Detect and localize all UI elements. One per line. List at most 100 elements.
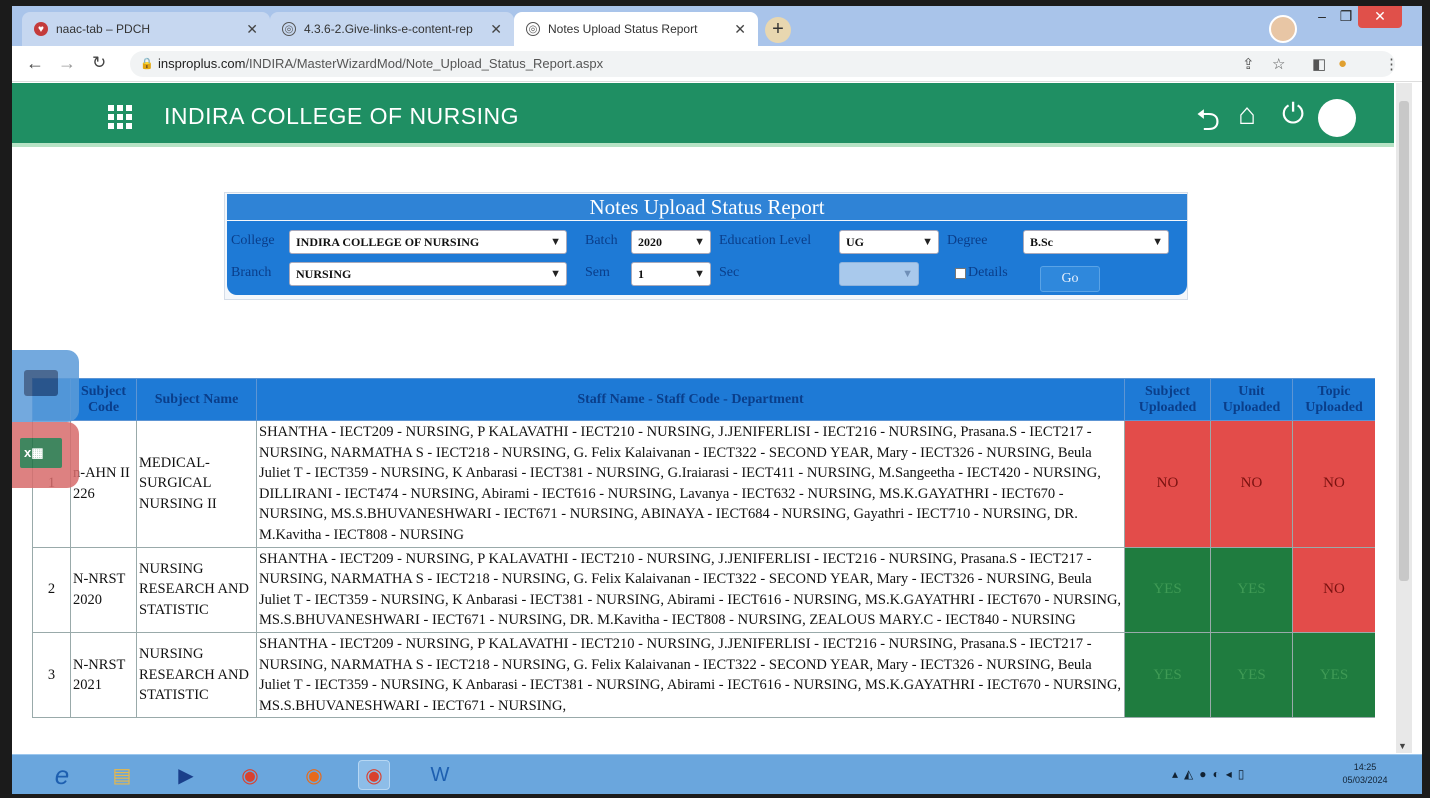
staff-header[interactable]: Staff Name - Staff Code - Department: [256, 378, 1125, 421]
app-header: INDIRA COLLEGE OF NURSING ⮌ ⌂ ⏻: [12, 83, 1394, 147]
subject-uploaded-cell: NO: [1124, 420, 1211, 548]
subject-uploaded-cell: YES: [1124, 546, 1211, 633]
report-title: Notes Upload Status Report: [227, 194, 1187, 220]
sec-select[interactable]: ▼: [839, 262, 919, 286]
report-table: Subject Code Subject Name Staff Name - S…: [32, 378, 1375, 719]
tab-title: Notes Upload Status Report: [548, 22, 698, 36]
close-tab-icon[interactable]: ✕: [246, 21, 258, 38]
topic-uploaded-header[interactable]: Topic Uploaded: [1292, 378, 1375, 421]
clock-date: 05/03/2024: [1342, 775, 1388, 785]
college-select[interactable]: INDIRA COLLEGE OF NURSING ▼: [289, 230, 567, 254]
table-row: 2 N-NRST 2020 NURSING RESEARCH AND STATI…: [32, 546, 1375, 633]
menu-icon[interactable]: ⋮: [1384, 55, 1399, 73]
topic-uploaded-cell: NO: [1292, 546, 1375, 633]
firefox-icon[interactable]: ◉: [298, 760, 330, 790]
row-number: 2: [32, 546, 71, 633]
row-number: 3: [32, 631, 71, 719]
subject-code-header[interactable]: Subject Code: [70, 378, 137, 421]
excel-icon: x▦: [20, 438, 62, 468]
star-icon[interactable]: ☆: [1272, 55, 1285, 73]
taskbar-clock[interactable]: 14:25 05/03/2024: [1330, 761, 1400, 787]
education-level-label: Education Level: [719, 233, 812, 248]
tab-naac[interactable]: ♥ naac-tab – PDCH ✕: [22, 12, 270, 46]
table-row: 3 N-NRST 2021 NURSING RESEARCH AND STATI…: [32, 631, 1375, 719]
restore-icon[interactable]: ❐: [1334, 6, 1358, 28]
tab-notes-upload[interactable]: ◎ Notes Upload Status Report ✕: [514, 12, 758, 46]
system-tray[interactable]: ▴◭●◐◂▯: [1172, 767, 1250, 781]
os-taskbar: e ▤ ▶ ◉ ◉ ◉ W ▴◭●◐◂▯ 14:25 05/03/2024: [12, 754, 1422, 794]
extension-icon[interactable]: ●: [1338, 55, 1347, 72]
unit-uploaded-cell: YES: [1210, 631, 1293, 719]
tab-title: naac-tab – PDCH: [56, 22, 151, 36]
media-player-icon[interactable]: ▶: [170, 760, 202, 790]
batch-label: Batch: [585, 233, 618, 248]
screen: ♥ naac-tab – PDCH ✕ ◎ 4.3.6-2.Give-links…: [12, 6, 1422, 794]
reload-icon[interactable]: ↻: [92, 53, 106, 73]
sidepanel-icon[interactable]: ◧: [1312, 55, 1326, 73]
home-icon[interactable]: ⌂: [1238, 98, 1256, 132]
chrome-icon[interactable]: ◉: [234, 760, 266, 790]
degree-select[interactable]: B.Sc ▼: [1023, 230, 1169, 254]
back-icon[interactable]: ←: [26, 53, 44, 74]
browser-tab-bar: ♥ naac-tab – PDCH ✕ ◎ 4.3.6-2.Give-links…: [12, 6, 1422, 46]
chevron-down-icon: ▼: [550, 268, 561, 280]
subject-name-header[interactable]: Subject Name: [136, 378, 257, 421]
user-avatar[interactable]: [1318, 99, 1356, 137]
close-tab-icon[interactable]: ✕: [490, 21, 502, 38]
minimize-icon[interactable]: –: [1310, 6, 1334, 28]
page-scrollbar[interactable]: ▼: [1396, 83, 1412, 753]
branch-select[interactable]: NURSING ▼: [289, 262, 567, 286]
subject-name-cell: NURSING RESEARCH AND STATISTIC: [136, 546, 257, 633]
lock-icon[interactable]: 🔒: [140, 57, 154, 70]
tab-give-links[interactable]: ◎ 4.3.6-2.Give-links-e-content-rep ✕: [270, 12, 514, 46]
reply-arrow-icon[interactable]: ⮌: [1196, 98, 1220, 149]
details-checkbox[interactable]: [955, 268, 966, 279]
ie-icon[interactable]: e: [46, 760, 78, 790]
report-filter-panel: Notes Upload Status Report College INDIR…: [224, 192, 1188, 300]
share-icon[interactable]: ⇪: [1242, 55, 1255, 73]
close-tab-icon[interactable]: ✕: [734, 21, 746, 38]
scroll-down-icon[interactable]: ▼: [1398, 741, 1407, 751]
grid-icon[interactable]: [108, 105, 132, 129]
file-explorer-icon[interactable]: ▤: [106, 760, 138, 790]
sem-select[interactable]: 1 ▼: [631, 262, 711, 286]
chevron-down-icon: ▼: [1152, 236, 1163, 248]
export-excel-button[interactable]: x▦: [12, 422, 79, 488]
unit-uploaded-header[interactable]: Unit Uploaded: [1210, 378, 1293, 421]
close-window-icon[interactable]: ✕: [1358, 6, 1402, 28]
scrollbar-thumb[interactable]: [1399, 101, 1409, 581]
chrome-active-icon[interactable]: ◉: [358, 760, 390, 790]
staff-cell: SHANTHA - IECT209 - NURSING, P KALAVATHI…: [256, 420, 1125, 548]
chevron-down-icon: ▼: [694, 236, 705, 248]
forward-icon[interactable]: →: [58, 53, 76, 74]
college-title: INDIRA COLLEGE OF NURSING: [164, 103, 520, 129]
branch-label: Branch: [231, 265, 272, 280]
word-icon[interactable]: W: [424, 760, 456, 790]
staff-cell: SHANTHA - IECT209 - NURSING, P KALAVATHI…: [256, 631, 1125, 719]
batch-select[interactable]: 2020 ▼: [631, 230, 711, 254]
subject-uploaded-header[interactable]: Subject Uploaded: [1124, 378, 1211, 421]
print-button[interactable]: [12, 350, 79, 422]
college-select-value: INDIRA COLLEGE OF NURSING: [296, 235, 480, 249]
clock-time: 14:25: [1353, 762, 1377, 772]
address-bar[interactable]: insproplus.com/INDIRA/MasterWizardMod/No…: [130, 51, 1395, 77]
chevron-down-icon: ▼: [902, 268, 913, 280]
chevron-down-icon: ▼: [694, 268, 705, 280]
education-level-value: UG: [846, 235, 864, 249]
education-level-select[interactable]: UG ▼: [839, 230, 939, 254]
globe-favicon-icon: ◎: [282, 22, 296, 36]
filter-form: College INDIRA COLLEGE OF NURSING ▼ Batc…: [227, 221, 1187, 295]
power-icon[interactable]: ⏻: [1282, 98, 1304, 131]
profile-avatar[interactable]: [1269, 15, 1297, 43]
subject-code-cell: n-AHN II 226: [70, 420, 137, 548]
browser-toolbar: ← → ↻ insproplus.com/INDIRA/MasterWizard…: [12, 46, 1422, 82]
sec-label: Sec: [719, 265, 740, 280]
printer-icon: [24, 370, 58, 396]
new-tab-button[interactable]: +: [765, 17, 791, 43]
subject-uploaded-cell: YES: [1124, 631, 1211, 719]
chevron-down-icon: ▼: [922, 236, 933, 248]
report-table-container[interactable]: Subject Code Subject Name Staff Name - S…: [32, 378, 1375, 753]
go-button[interactable]: Go: [1040, 266, 1100, 292]
shield-favicon-icon: ♥: [34, 22, 48, 36]
subject-code-cell: N-NRST 2020: [70, 546, 137, 633]
